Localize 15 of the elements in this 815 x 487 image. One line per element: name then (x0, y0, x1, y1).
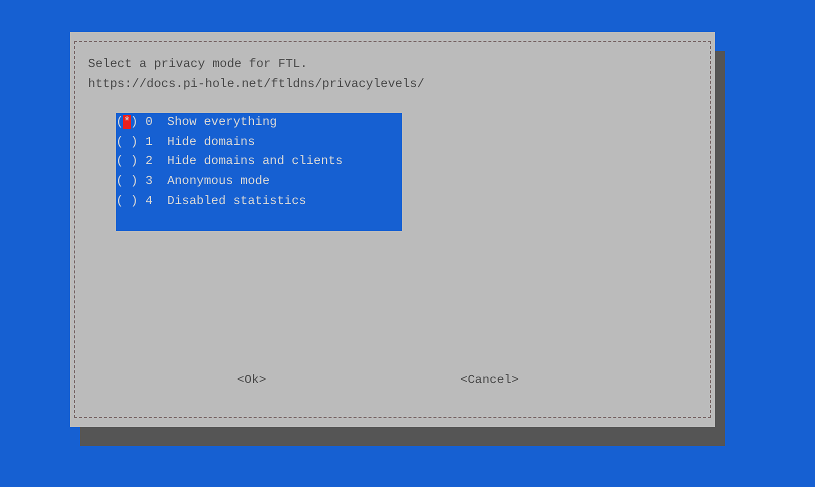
cancel-button[interactable]: <Cancel> (460, 371, 519, 391)
radio-button[interactable]: ( ) (116, 172, 138, 192)
option-label: 3 Anonymous mode (145, 172, 270, 190)
dialog-text: Select a privacy mode for FTL. (88, 56, 308, 73)
dialog-text: https://docs.pi-hole.net/ftldns/privacylevels/ (88, 76, 426, 93)
radio-indicator: * (123, 115, 131, 130)
radio-button[interactable]: ( ) (116, 192, 138, 212)
radio-button[interactable]: ( ) (116, 132, 138, 152)
ok-button[interactable]: <Ok> (237, 371, 266, 391)
option-label: 2 Hide domains and clients (145, 153, 343, 170)
option-label: 4 Disabled statistics (145, 192, 306, 210)
option-label: 1 Hide domains (145, 134, 256, 151)
radio-button[interactable]: ( ) (116, 152, 138, 172)
option-label: 0 Show everything (145, 114, 277, 132)
radio-button[interactable]: (*) (116, 113, 138, 133)
